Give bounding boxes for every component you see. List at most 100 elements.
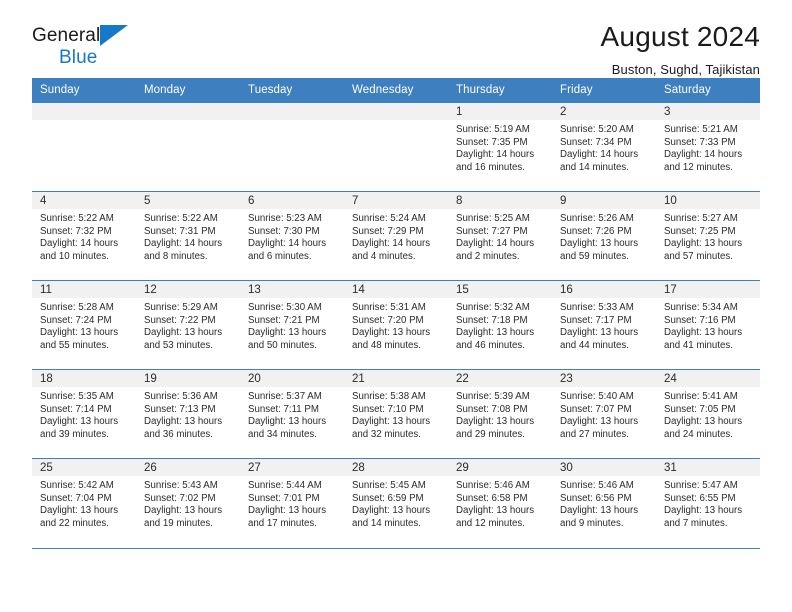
- calendar-day-cell[interactable]: 29 Sunrise: 5:46 AM Sunset: 6:58 PM Dayligh…: [448, 458, 552, 548]
- calendar-week-row: 1 Sunrise: 5:19 AM Sunset: 7:35 PM Daylight…: [32, 102, 760, 192]
- day-number: 24: [656, 370, 760, 387]
- calendar-day-cell[interactable]: 7 Sunrise: 5:24 AM Sunset: 7:29 PM Daylight…: [344, 191, 448, 281]
- sunset-text: Sunset: 7:16 PM: [664, 314, 736, 326]
- day-number: 5: [136, 192, 240, 209]
- calendar-day-cell[interactable]: 1 Sunrise: 5:19 AM Sunset: 7:35 PM Daylight…: [448, 102, 552, 192]
- generalblue-logo[interactable]: General Blue: [32, 22, 152, 74]
- calendar-day-cell-empty: [136, 102, 240, 192]
- sunrise-text: Sunrise: 5:24 AM: [352, 213, 426, 224]
- day-number: 23: [552, 370, 656, 387]
- calendar-day-cell[interactable]: 16 Sunrise: 5:33 AM Sunset: 7:17 PM Dayligh…: [552, 280, 656, 370]
- daylight-text: Daylight: 13 hours and 36 minutes.: [144, 416, 223, 440]
- sunrise-text: Sunrise: 5:20 AM: [560, 124, 634, 135]
- calendar-week-row: 25 Sunrise: 5:42 AM Sunset: 7:04 PM Dayligh…: [32, 458, 760, 548]
- day-number: 8: [448, 192, 552, 209]
- calendar-day-cell[interactable]: 22 Sunrise: 5:39 AM Sunset: 7:08 PM Dayligh…: [448, 369, 552, 459]
- sunset-text: Sunset: 7:10 PM: [352, 403, 424, 415]
- sunset-text: Sunset: 7:32 PM: [40, 225, 112, 237]
- daylight-text: Daylight: 13 hours and 12 minutes.: [456, 505, 535, 529]
- day-number: 13: [240, 281, 344, 298]
- daylight-text: Daylight: 13 hours and 39 minutes.: [40, 416, 119, 440]
- calendar-day-cell[interactable]: 9 Sunrise: 5:26 AM Sunset: 7:26 PM Daylight…: [552, 191, 656, 281]
- day-number: 19: [136, 370, 240, 387]
- day-number: 14: [344, 281, 448, 298]
- day-number: 15: [448, 281, 552, 298]
- calendar-day-cell[interactable]: 11 Sunrise: 5:28 AM Sunset: 7:24 PM Dayligh…: [32, 280, 136, 370]
- daylight-text: Daylight: 14 hours and 10 minutes.: [40, 238, 119, 262]
- day-details: Sunrise: 5:38 AM Sunset: 7:10 PM Daylight:…: [344, 387, 448, 441]
- calendar-day-cell[interactable]: 20 Sunrise: 5:37 AM Sunset: 7:11 PM Dayligh…: [240, 369, 344, 459]
- day-details: Sunrise: 5:22 AM Sunset: 7:31 PM Daylight:…: [136, 209, 240, 263]
- logo-triangle-icon: [100, 25, 128, 46]
- sunrise-text: Sunrise: 5:38 AM: [352, 391, 426, 402]
- sunset-text: Sunset: 6:55 PM: [664, 492, 736, 504]
- sunrise-text: Sunrise: 5:37 AM: [248, 391, 322, 402]
- calendar-day-cell[interactable]: 21 Sunrise: 5:38 AM Sunset: 7:10 PM Dayligh…: [344, 369, 448, 459]
- calendar-day-cell[interactable]: 26 Sunrise: 5:43 AM Sunset: 7:02 PM Dayligh…: [136, 458, 240, 548]
- sunrise-text: Sunrise: 5:40 AM: [560, 391, 634, 402]
- daylight-text: Daylight: 14 hours and 16 minutes.: [456, 149, 535, 173]
- sunset-text: Sunset: 7:17 PM: [560, 314, 632, 326]
- sunset-text: Sunset: 7:29 PM: [352, 225, 424, 237]
- calendar-day-cell[interactable]: 25 Sunrise: 5:42 AM Sunset: 7:04 PM Dayligh…: [32, 458, 136, 548]
- calendar-day-cell[interactable]: 14 Sunrise: 5:31 AM Sunset: 7:20 PM Dayligh…: [344, 280, 448, 370]
- sunset-text: Sunset: 7:11 PM: [248, 403, 319, 415]
- calendar-day-cell[interactable]: 15 Sunrise: 5:32 AM Sunset: 7:18 PM Dayligh…: [448, 280, 552, 370]
- calendar-day-cell[interactable]: 3 Sunrise: 5:21 AM Sunset: 7:33 PM Daylight…: [656, 102, 760, 192]
- daylight-text: Daylight: 14 hours and 4 minutes.: [352, 238, 431, 262]
- calendar-day-cell[interactable]: 4 Sunrise: 5:22 AM Sunset: 7:32 PM Daylight…: [32, 191, 136, 281]
- calendar-day-cell[interactable]: 13 Sunrise: 5:30 AM Sunset: 7:21 PM Dayligh…: [240, 280, 344, 370]
- daylight-text: Daylight: 14 hours and 12 minutes.: [664, 149, 743, 173]
- calendar-day-cell-empty: [240, 102, 344, 192]
- sunrise-text: Sunrise: 5:36 AM: [144, 391, 218, 402]
- daylight-text: Daylight: 13 hours and 59 minutes.: [560, 238, 639, 262]
- day-details: Sunrise: 5:28 AM Sunset: 7:24 PM Daylight:…: [32, 298, 136, 352]
- sunset-text: Sunset: 7:18 PM: [456, 314, 528, 326]
- daylight-text: Daylight: 13 hours and 53 minutes.: [144, 327, 223, 351]
- daylight-text: Daylight: 13 hours and 50 minutes.: [248, 327, 327, 351]
- day-details: Sunrise: 5:25 AM Sunset: 7:27 PM Daylight:…: [448, 209, 552, 263]
- calendar-day-cell[interactable]: 17 Sunrise: 5:34 AM Sunset: 7:16 PM Dayligh…: [656, 280, 760, 370]
- calendar-day-cell[interactable]: 27 Sunrise: 5:44 AM Sunset: 7:01 PM Dayligh…: [240, 458, 344, 548]
- sunrise-text: Sunrise: 5:43 AM: [144, 480, 218, 491]
- sunset-text: Sunset: 7:30 PM: [248, 225, 320, 237]
- day-number: 22: [448, 370, 552, 387]
- daylight-text: Daylight: 13 hours and 29 minutes.: [456, 416, 535, 440]
- calendar-day-cell[interactable]: 2 Sunrise: 5:20 AM Sunset: 7:34 PM Daylight…: [552, 102, 656, 192]
- day-details: Sunrise: 5:30 AM Sunset: 7:21 PM Daylight:…: [240, 298, 344, 352]
- sunrise-text: Sunrise: 5:39 AM: [456, 391, 530, 402]
- daylight-text: Daylight: 13 hours and 24 minutes.: [664, 416, 743, 440]
- sunset-text: Sunset: 7:35 PM: [456, 136, 528, 148]
- sunrise-text: Sunrise: 5:21 AM: [664, 124, 738, 135]
- day-details: Sunrise: 5:43 AM Sunset: 7:02 PM Daylight:…: [136, 476, 240, 530]
- calendar-day-cell[interactable]: 12 Sunrise: 5:29 AM Sunset: 7:22 PM Dayligh…: [136, 280, 240, 370]
- day-number: 12: [136, 281, 240, 298]
- daylight-text: Daylight: 13 hours and 57 minutes.: [664, 238, 743, 262]
- calendar-day-cell[interactable]: 28 Sunrise: 5:45 AM Sunset: 6:59 PM Dayligh…: [344, 458, 448, 548]
- day-number: 2: [552, 103, 656, 120]
- daylight-text: Daylight: 13 hours and 17 minutes.: [248, 505, 327, 529]
- daylight-text: Daylight: 13 hours and 41 minutes.: [664, 327, 743, 351]
- calendar-day-cell[interactable]: 24 Sunrise: 5:41 AM Sunset: 7:05 PM Dayligh…: [656, 369, 760, 459]
- day-details: Sunrise: 5:21 AM Sunset: 7:33 PM Daylight:…: [656, 120, 760, 174]
- calendar-day-cell[interactable]: 5 Sunrise: 5:22 AM Sunset: 7:31 PM Daylight…: [136, 191, 240, 281]
- sunset-text: Sunset: 6:59 PM: [352, 492, 424, 504]
- sunset-text: Sunset: 7:13 PM: [144, 403, 216, 415]
- calendar-day-cell[interactable]: 8 Sunrise: 5:25 AM Sunset: 7:27 PM Daylight…: [448, 191, 552, 281]
- day-details: Sunrise: 5:46 AM Sunset: 6:56 PM Daylight:…: [552, 476, 656, 530]
- day-number: [32, 103, 136, 120]
- calendar-day-cell[interactable]: 18 Sunrise: 5:35 AM Sunset: 7:14 PM Dayligh…: [32, 369, 136, 459]
- day-number: 28: [344, 459, 448, 476]
- calendar-day-cell[interactable]: 30 Sunrise: 5:46 AM Sunset: 6:56 PM Dayligh…: [552, 458, 656, 548]
- daylight-text: Daylight: 13 hours and 34 minutes.: [248, 416, 327, 440]
- calendar-day-cell[interactable]: 6 Sunrise: 5:23 AM Sunset: 7:30 PM Daylight…: [240, 191, 344, 281]
- calendar-day-cell[interactable]: 23 Sunrise: 5:40 AM Sunset: 7:07 PM Dayligh…: [552, 369, 656, 459]
- sunrise-text: Sunrise: 5:22 AM: [40, 213, 114, 224]
- day-number: 20: [240, 370, 344, 387]
- calendar-week-row: 11 Sunrise: 5:28 AM Sunset: 7:24 PM Dayligh…: [32, 280, 760, 370]
- sunrise-text: Sunrise: 5:42 AM: [40, 480, 114, 491]
- calendar-day-cell[interactable]: 10 Sunrise: 5:27 AM Sunset: 7:25 PM Dayligh…: [656, 191, 760, 281]
- sunrise-text: Sunrise: 5:44 AM: [248, 480, 322, 491]
- calendar-day-cell[interactable]: 19 Sunrise: 5:36 AM Sunset: 7:13 PM Dayligh…: [136, 369, 240, 459]
- calendar-day-cell[interactable]: 31 Sunrise: 5:47 AM Sunset: 6:55 PM Dayligh…: [656, 458, 760, 548]
